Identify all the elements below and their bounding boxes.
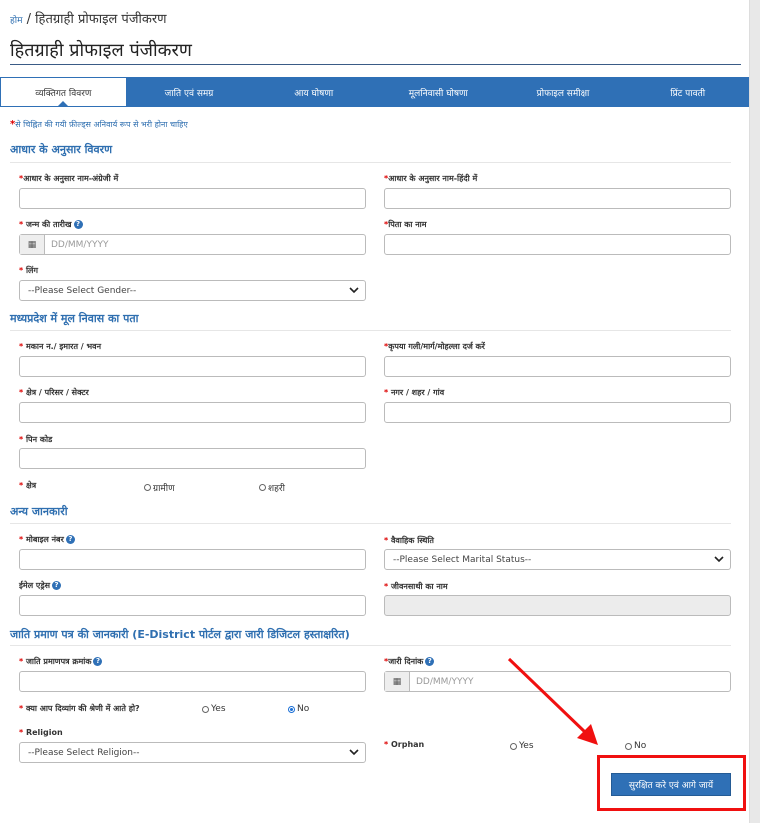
marital-status-select[interactable]: --Please Select Marital Status-- <box>384 549 731 570</box>
orphan-no-radio[interactable]: No <box>625 741 646 751</box>
father-name-input[interactable] <box>384 234 731 255</box>
spouse-name-label: * जीवनसाथी का नाम <box>384 582 448 591</box>
street-label: *कृपया गली/मार्ग/मोहल्ला दर्ज करें <box>384 342 485 351</box>
city-input[interactable] <box>384 402 731 423</box>
issue-date-label: *जारी दिनांक? <box>384 656 435 667</box>
radio-circle[interactable] <box>625 742 632 750</box>
radio-circle-selected[interactable] <box>288 705 295 713</box>
question-circle-icon[interactable]: ? <box>425 657 435 666</box>
religion-selected-value: --Please Select Religion-- <box>28 747 140 758</box>
name-hindi-label: *आधार के अनुसार नाम-हिंदी में <box>384 174 478 183</box>
area-input[interactable] <box>19 402 366 423</box>
section-address-heading: मध्यप्रदेश में मूल निवास का पता <box>10 312 139 325</box>
caste-certificate-number-input[interactable] <box>19 671 366 692</box>
mobile-input[interactable] <box>19 549 366 570</box>
question-circle-icon[interactable]: ? <box>93 657 103 666</box>
marital-status-selected-value: --Please Select Marital Status-- <box>393 554 532 565</box>
spouse-name-input <box>384 595 731 616</box>
section-divider <box>10 523 731 524</box>
issue-date-input[interactable]: ▦ DD/MM/YYYY <box>384 671 731 692</box>
region-urban-radio[interactable]: शहरी <box>259 481 285 494</box>
house-input[interactable] <box>19 356 366 377</box>
section-divider <box>10 330 731 331</box>
email-label: ईमेल एड्रेस? <box>19 580 62 591</box>
religion-label: * Religion <box>19 728 63 737</box>
section-caste-certificate-heading: जाति प्रमाण पत्र की जानकारी (E-District … <box>10 628 350 641</box>
street-input[interactable] <box>384 356 731 377</box>
breadcrumb: होम / हितग्राही प्रोफाइल पंजीकरण <box>10 9 167 27</box>
breadcrumb-separator: / <box>26 12 32 27</box>
name-english-input[interactable] <box>19 188 366 209</box>
question-circle-icon[interactable]: ? <box>52 581 62 590</box>
section-aadhaar-heading: आधार के अनुसार विवरण <box>10 143 113 156</box>
section-other-heading: अन्य जानकारी <box>10 505 68 518</box>
chevron-down-icon <box>714 556 724 563</box>
step-tabs: व्यक्तिगत विवरण जाति एवं समग्र आय घोषणा … <box>0 77 750 107</box>
scrollbar[interactable] <box>749 0 760 823</box>
page-title: हितग्राही प्रोफाइल पंजीकरण <box>10 40 192 61</box>
section-divider <box>10 162 731 163</box>
gender-select[interactable]: --Please Select Gender-- <box>19 280 366 301</box>
city-label: * नगर / शहर / गांव <box>384 388 445 397</box>
orphan-label: * Orphan <box>384 740 425 749</box>
religion-select[interactable]: --Please Select Religion-- <box>19 742 366 763</box>
section-divider <box>10 645 731 646</box>
caste-certificate-number-label: * जाति प्रमाणपत्र क्रमांक? <box>19 656 103 667</box>
highlight-box <box>597 755 746 811</box>
divyang-yes-radio[interactable]: Yes <box>202 704 226 714</box>
chevron-down-icon <box>349 287 359 294</box>
father-name-label: *पिता का नाम <box>384 220 427 229</box>
mobile-label: * मोबाइल नंबर? <box>19 534 75 545</box>
tab-personal-details[interactable]: व्यक्तिगत विवरण <box>0 77 127 107</box>
tab-domicile-declaration[interactable]: मूलनिवासी घोषणा <box>376 77 501 107</box>
radio-circle[interactable] <box>144 484 151 491</box>
calendar-icon[interactable]: ▦ <box>385 672 410 691</box>
tab-print-receipt[interactable]: प्रिंट पावती <box>625 77 750 107</box>
region-rural-radio[interactable]: ग्रामीण <box>144 481 175 494</box>
pincode-label: * पिन कोड <box>19 435 53 444</box>
region-label: * क्षेत्र <box>19 481 37 490</box>
radio-circle[interactable] <box>259 484 266 491</box>
divyang-no-radio[interactable]: No <box>288 704 309 714</box>
breadcrumb-home-link[interactable]: होम <box>10 16 23 26</box>
question-circle-icon[interactable]: ? <box>73 220 83 229</box>
gender-selected-value: --Please Select Gender-- <box>28 285 137 296</box>
marital-status-label: * वैवाहिक स्थिति <box>384 536 434 545</box>
email-input[interactable] <box>19 595 366 616</box>
dob-input[interactable]: ▦ DD/MM/YYYY <box>19 234 366 255</box>
title-divider <box>10 64 741 65</box>
divyang-label: * क्या आप दिव्यांग की श्रेणी में आते हो? <box>19 704 140 713</box>
house-label: * मकान न./ इमारत / भवन <box>19 342 102 351</box>
calendar-icon[interactable]: ▦ <box>20 235 45 254</box>
required-fields-note: *से चिह्नित की गयी फ़ील्ड्स अनिवार्य रूप… <box>10 119 188 130</box>
gender-label: * लिंग <box>19 266 38 275</box>
dob-label: * जन्म की तारीख? <box>19 219 83 230</box>
page: होम / हितग्राही प्रोफाइल पंजीकरण हितग्रा… <box>0 0 750 823</box>
breadcrumb-current: हितग्राही प्रोफाइल पंजीकरण <box>35 12 167 27</box>
radio-circle[interactable] <box>510 742 517 750</box>
dob-placeholder: DD/MM/YYYY <box>51 239 109 250</box>
radio-circle[interactable] <box>202 705 209 713</box>
question-circle-icon[interactable]: ? <box>65 535 75 544</box>
issue-date-placeholder: DD/MM/YYYY <box>416 676 474 687</box>
tab-profile-review[interactable]: प्रोफाइल समीक्षा <box>501 77 626 107</box>
required-note-text: से चिह्नित की गयी फ़ील्ड्स अनिवार्य रूप … <box>15 120 188 129</box>
tab-income-declaration[interactable]: आय घोषणा <box>251 77 376 107</box>
name-hindi-input[interactable] <box>384 188 731 209</box>
pincode-input[interactable] <box>19 448 366 469</box>
chevron-down-icon <box>349 749 359 756</box>
tab-caste-samagra[interactable]: जाति एवं समग्र <box>127 77 252 107</box>
name-english-label: *आधार के अनुसार नाम-अंग्रेजी में <box>19 174 119 183</box>
area-label: * क्षेत्र / परिसर / सेक्टर <box>19 388 89 397</box>
orphan-yes-radio[interactable]: Yes <box>510 741 534 751</box>
